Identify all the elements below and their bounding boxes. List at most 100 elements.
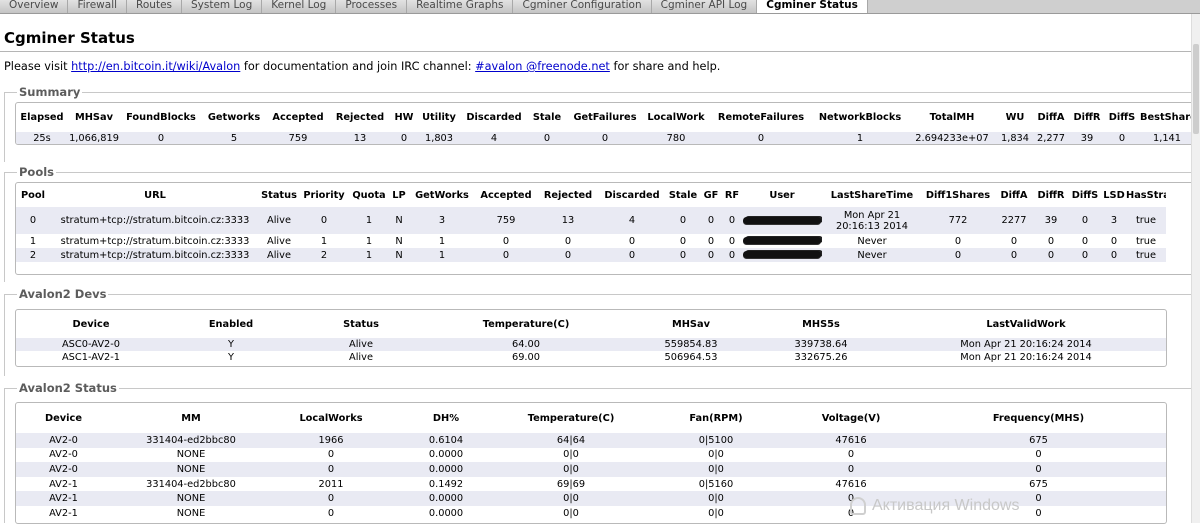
summary-cell: 1,803 <box>418 132 460 144</box>
summary-box: Elapsed MHSav FoundBlocks Getworks Accepted R… <box>15 102 1197 145</box>
pools-col-header: URL <box>144 189 166 201</box>
devs-cell: 506964.53 <box>664 352 718 363</box>
tab-cgminer-api-log[interactable]: Cgminer API Log <box>651 0 758 13</box>
pools-cell: 0 <box>1034 248 1068 262</box>
pools-user-cell-redacted <box>742 248 822 262</box>
pools-col-header: Rejected <box>543 189 593 201</box>
page-scrollbar[interactable] <box>1191 14 1200 523</box>
pools-cell: Alive <box>267 235 291 247</box>
avstatus-cell: 0 <box>1035 449 1042 461</box>
pools-cell: 0 <box>298 207 350 234</box>
pools-col-header: User <box>769 189 795 201</box>
summary-col-header: HW <box>394 112 414 123</box>
avstatus-table-row: AV2-0 NONE 0 0.0000 0|0 0|0 0 0 <box>16 448 1166 463</box>
tab-system-log[interactable]: System Log <box>182 0 263 13</box>
avstatus-cell: 0 <box>327 449 335 461</box>
pools-cell: 39 <box>1034 207 1068 234</box>
summary-col-header: Discarded <box>466 112 522 123</box>
pools-cell: stratum+tcp://stratum.bitcoin.cz:3333 <box>60 235 250 247</box>
pools-col-header: LP <box>392 189 406 201</box>
pools-cell: 1 <box>320 235 328 247</box>
avstatus-cell: 0|0 <box>708 449 724 461</box>
avstatus-cell: 47616 <box>791 433 911 448</box>
pools-cell: 4 <box>598 207 666 234</box>
tab-realtime-graphs[interactable]: Realtime Graphs <box>407 0 514 13</box>
avstatus-col-header: MM <box>181 412 201 424</box>
summary-cell: 2,277 <box>1032 132 1070 144</box>
avstatus-col-header: Fan(RPM) <box>689 412 743 424</box>
avstatus-cell: AV2-0 <box>16 462 111 477</box>
pools-cell: true <box>1126 207 1166 234</box>
pools-col-header: HasStratu <box>1126 189 1166 201</box>
summary-cell: 0 <box>120 132 202 144</box>
summary-cell: 0 <box>566 132 644 144</box>
avstatus-cell: 0|0 <box>501 462 641 477</box>
intro-after: for share and help. <box>609 60 721 73</box>
summary-col-header: NetworkBlocks <box>818 112 902 123</box>
avstatus-cell: 0 <box>791 462 911 477</box>
pools-cell: stratum+tcp://stratum.bitcoin.cz:3333 <box>50 207 260 234</box>
avstatus-cell: 1966 <box>271 433 391 448</box>
tab-firewall[interactable]: Firewall <box>68 0 128 13</box>
tab-cgminer-configuration[interactable]: Cgminer Configuration <box>513 0 652 13</box>
pools-cell: 0 <box>922 248 994 262</box>
pools-cell: 0 <box>954 235 962 247</box>
pools-col-header: GF <box>703 189 719 201</box>
page-title: Cgminer Status <box>4 29 135 47</box>
avstatus-cell: 0 <box>271 491 391 506</box>
summary-cell: 0 <box>1104 132 1140 144</box>
avstatus-cell: 0|0 <box>563 507 579 519</box>
devs-col-header: Temperature(C) <box>482 318 570 330</box>
summary-table: Elapsed MHSav FoundBlocks Getworks Accepted R… <box>16 103 1194 144</box>
avstatus-table-row: AV2-0 NONE 0 0.0000 0|0 0|0 0 0 <box>16 462 1166 477</box>
pools-col-header: Diff1Shares <box>925 189 991 201</box>
avstatus-cell: 0.6104 <box>391 433 501 448</box>
pools-col-header: Status <box>261 189 297 201</box>
lock-icon <box>850 497 866 515</box>
nav-tabbar: Overview Firewall Routes System Log Kernel L… <box>0 0 1200 14</box>
pools-col-header: RF <box>724 189 740 201</box>
pools-cell: Alive <box>260 207 298 234</box>
summary-legend: Summary <box>17 85 83 99</box>
tab-overview[interactable]: Overview <box>0 0 69 13</box>
avstatus-cell: 0 <box>327 507 335 519</box>
pools-col-header: Discarded <box>604 189 660 201</box>
intro-before: Please visit <box>4 60 72 73</box>
summary-cell: 1,066,819 <box>68 132 120 144</box>
avstatus-cell: 0|5160 <box>698 478 734 490</box>
pools-cell: N <box>395 235 403 247</box>
pools-cell: 0 <box>538 248 598 262</box>
pools-col-header: LastShareTime <box>830 189 914 201</box>
summary-cell: 0 <box>390 132 418 144</box>
summary-col-header: BestShare <box>1140 112 1194 123</box>
devs-cell: 64.00 <box>426 338 626 351</box>
summary-cell: 1,141 <box>1140 132 1194 144</box>
pools-cell: 0 <box>722 207 742 234</box>
devs-col-header: MHS5s <box>802 318 840 330</box>
devs-col-header: Device <box>72 318 110 330</box>
wiki-link[interactable]: http://en.bitcoin.it/wiki/Avalon <box>71 60 240 73</box>
devs-cell: 339738.64 <box>756 338 886 351</box>
pools-table: Pool URL Status Priority Quota LP GetWorks Acce… <box>16 183 1166 262</box>
tab-processes[interactable]: Processes <box>336 0 408 13</box>
avstatus-cell: 0.0000 <box>391 462 501 477</box>
pools-table-row: 1 stratum+tcp://stratum.bitcoin.cz:3333 Al… <box>16 234 1166 248</box>
pools-col-header: Priority <box>303 189 345 201</box>
irc-link[interactable]: #avalon @freenode.net <box>475 60 610 73</box>
pools-cell: 759 <box>474 207 538 234</box>
pools-table-row: 2 stratum+tcp://stratum.bitcoin.cz:3333 Al… <box>16 248 1166 262</box>
pools-col-header: Pool <box>21 189 45 201</box>
devs-table: Device Enabled Status Temperature(C) MHSav MH… <box>16 310 1166 364</box>
avstatus-header-row: Device MM LocalWorks DH% Temperature(C) Fan(R… <box>16 403 1166 433</box>
tab-cgminer-status[interactable]: Cgminer Status <box>757 0 868 13</box>
avstatus-cell: 0.0000 <box>428 507 464 519</box>
avstatus-cell: 0|0 <box>641 491 791 506</box>
scrollbar-thumb[interactable] <box>1193 44 1199 134</box>
avstatus-col-header: DH% <box>432 412 460 424</box>
pools-cell: 0 <box>474 248 538 262</box>
avstatus-cell: 0.0000 <box>428 449 464 461</box>
tab-routes[interactable]: Routes <box>127 0 182 13</box>
tab-kernel-log[interactable]: Kernel Log <box>262 0 337 13</box>
avstatus-cell: 0|5100 <box>641 433 791 448</box>
pools-cell: 0 <box>598 248 666 262</box>
